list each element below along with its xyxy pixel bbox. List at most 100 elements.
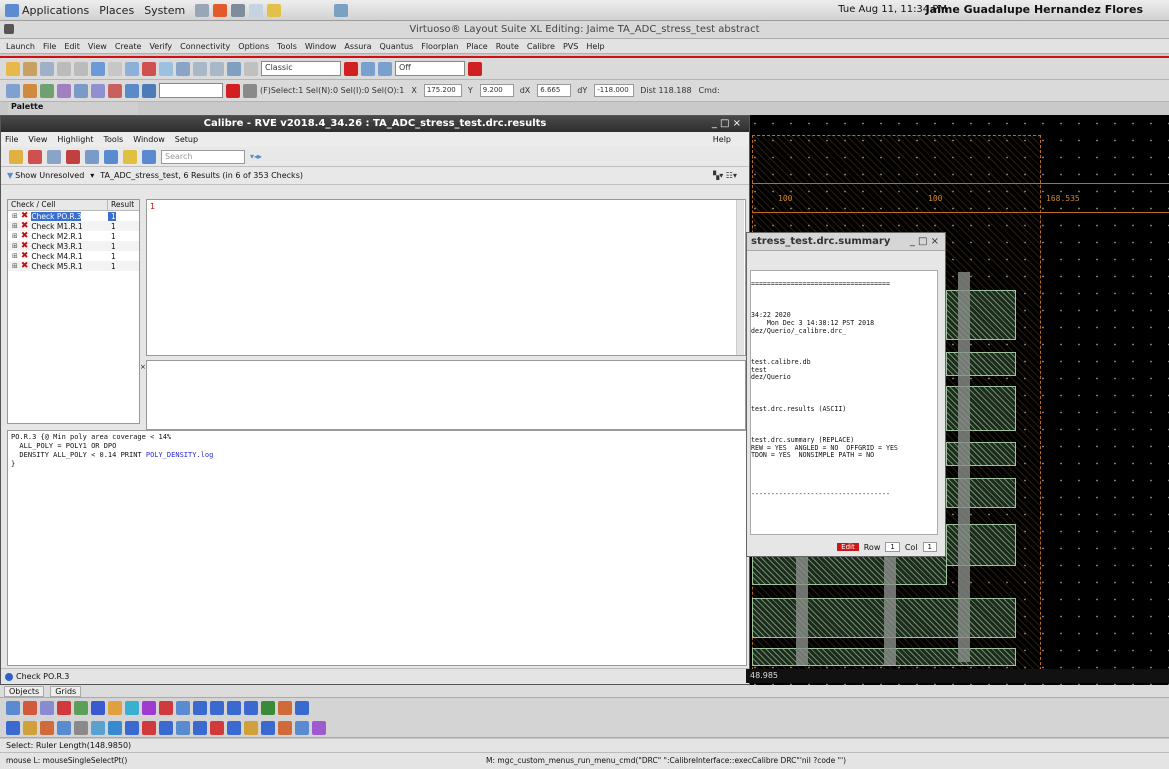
combo-dropdown-icon[interactable] [344,61,358,76]
tool-icon[interactable] [142,701,156,715]
summary-text-area[interactable]: =================================== 34:2… [750,270,938,535]
zoom-to-icon[interactable] [47,149,61,164]
tab-objects[interactable]: Objects [4,685,45,697]
label-icon[interactable] [91,83,105,98]
workspace-combo[interactable]: Classic [261,61,341,76]
tab-grids[interactable]: Grids [50,685,82,697]
tool-icon[interactable] [278,701,292,715]
result-list-pane[interactable]: 1 [146,199,746,356]
settings-gear-icon[interactable] [243,83,257,98]
rve-title-bar[interactable]: Calibre - RVE v2018.4_34.26 : TA_ADC_str… [1,116,749,132]
tool-icon[interactable] [176,701,190,715]
expand-icon[interactable]: ⊞ [12,242,18,250]
save-icon[interactable] [40,61,54,76]
pin-icon[interactable] [57,83,71,98]
col-result[interactable]: Result [108,200,134,210]
check-row-po-r3[interactable]: ⊞ ✖ Check PO.R.3 1 [8,211,139,221]
undo-icon[interactable] [57,61,71,76]
rectangle-icon[interactable] [23,83,37,98]
ruler-icon[interactable] [227,61,241,76]
delete-icon[interactable] [142,61,156,76]
waveform-icon[interactable] [312,720,326,735]
tool-icon[interactable] [261,720,275,735]
layer-combo[interactable] [159,83,223,98]
menu-edit[interactable]: Edit [64,42,80,51]
check-row-m4-r1[interactable]: ⊞ ✖ Check M4.R.1 1 [8,251,139,261]
tool-icon[interactable] [261,701,275,715]
notes-launcher-icon[interactable] [267,3,282,17]
menu-connectivity[interactable]: Connectivity [180,42,230,51]
check-row-m3-r1[interactable]: ⊞ ✖ Check M3.R.1 1 [8,241,139,251]
expand-icon[interactable]: ⊞ [12,262,18,270]
menu-tools[interactable]: Tools [277,42,297,51]
rve-menu-setup[interactable]: Setup [175,135,198,144]
palette-header[interactable]: Palette [8,102,138,115]
menu-verify[interactable]: Verify [149,42,172,51]
summary-title-bar[interactable]: stress_test.drc.summary _ □ × [747,233,945,251]
gnome-foot-icon[interactable] [5,4,19,17]
menu-place[interactable]: Place [466,42,487,51]
rve-menu-window[interactable]: Window [133,135,165,144]
tool-icon[interactable] [74,701,88,715]
tool-icon[interactable] [108,701,122,715]
filter-funnel-icon[interactable]: ▼ [7,171,13,180]
menu-file[interactable]: File [43,42,56,51]
clear-highlight-icon[interactable] [66,149,80,164]
redo-icon[interactable] [74,61,88,76]
wire-icon[interactable] [125,83,139,98]
tool-icon[interactable] [23,720,37,735]
stretch-icon[interactable] [125,61,139,76]
sun-icon[interactable] [123,149,137,164]
layout-shape[interactable] [946,524,1016,566]
dx-field[interactable]: 6.665 [537,84,572,97]
menu-applications[interactable]: Applications [22,4,89,17]
back-arrow-icon[interactable] [104,149,118,164]
tool-icon[interactable] [57,701,71,715]
menu-launch[interactable]: Launch [6,42,35,51]
menu-help[interactable]: Help [586,42,604,51]
result-detail-pane[interactable]: × [140,360,746,430]
tool-icon[interactable] [40,701,54,715]
zoom-fit-icon[interactable] [176,61,190,76]
tool-icon[interactable] [244,701,258,715]
columns-menu-icon[interactable]: ▚▾ ☷▾ [713,171,737,180]
menu-system[interactable]: System [144,4,185,17]
polygon-icon[interactable] [108,83,122,98]
rve-window-controls[interactable]: _ □ × [712,116,741,132]
tool-icon[interactable] [91,701,105,715]
tool-icon[interactable] [57,720,71,735]
rve-search-input[interactable]: Search [161,149,245,164]
rule-text-pane[interactable]: PO.R.3 {@ Min poly area coverage < 14% A… [7,430,747,666]
tool-icon[interactable] [193,701,207,715]
highlight-icon[interactable] [28,149,42,164]
menu-route[interactable]: Route [496,42,519,51]
zoom-out-icon[interactable] [210,61,224,76]
tool-icon[interactable] [244,720,258,735]
rve-menu-view[interactable]: View [28,135,47,144]
filter-dropdown-icon[interactable]: ▾ [90,171,94,180]
expand-icon[interactable]: ⊞ [12,222,18,230]
menu-quantus[interactable]: Quantus [380,42,414,51]
col-check-cell[interactable]: Check / Cell [8,200,108,210]
off-combo[interactable]: Off [395,61,465,76]
menu-assura[interactable]: Assura [344,42,371,51]
display-icon[interactable] [361,61,375,76]
via-icon[interactable] [74,83,88,98]
tool-icon[interactable] [295,720,309,735]
menu-pvs[interactable]: PVS [563,42,578,51]
layout-shape[interactable] [946,442,1016,466]
layout-shape[interactable] [946,386,1016,431]
tool-icon[interactable] [74,720,88,735]
rule-log-link[interactable]: POLY_DENSITY.log [146,451,213,459]
search-nav-icon[interactable]: ▾◂▸ [250,152,262,161]
result-index[interactable]: 1 [150,202,155,211]
show-unresolved-dropdown[interactable]: Show Unresolved [15,171,84,180]
result-scrollbar[interactable] [736,200,744,355]
tool-icon[interactable] [6,701,20,715]
copy-icon[interactable] [108,61,122,76]
layer-dropdown-icon[interactable] [226,83,240,98]
tool-icon[interactable] [40,720,54,735]
tool-icon[interactable] [125,701,139,715]
tool-icon[interactable] [176,720,190,735]
rve-menu-file[interactable]: File [5,135,18,144]
